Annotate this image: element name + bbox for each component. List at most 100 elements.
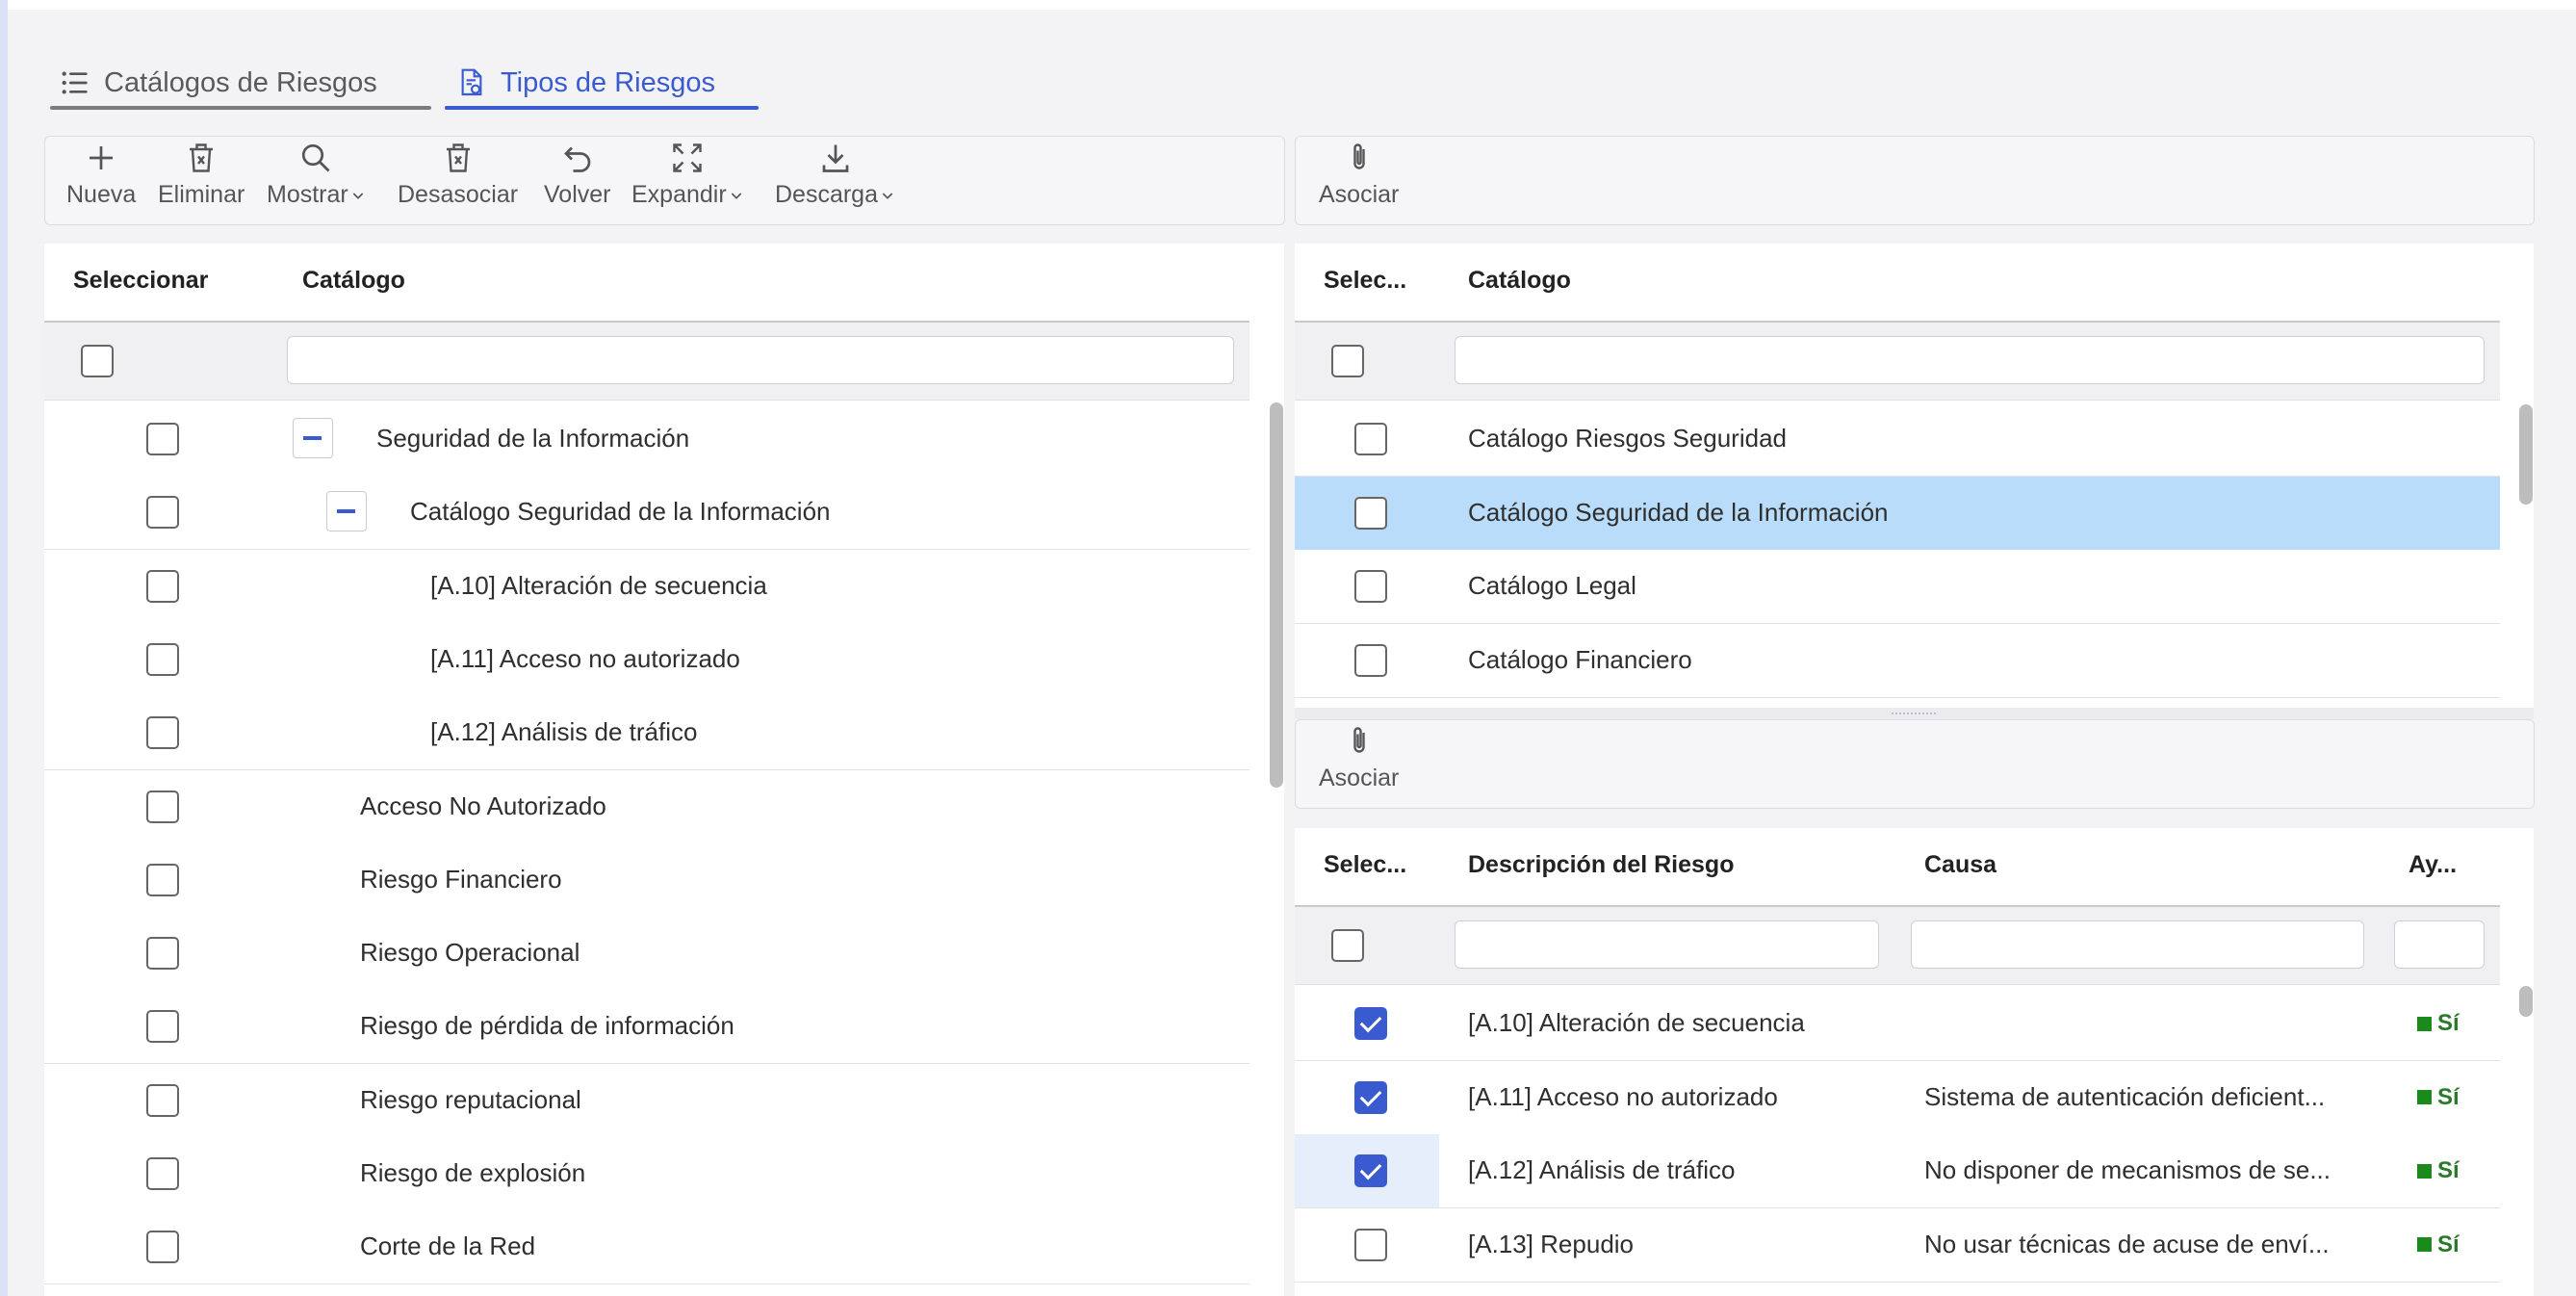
row-checkbox[interactable] — [146, 790, 179, 823]
row-checkbox[interactable] — [146, 1157, 179, 1190]
ayuda-badge: Sí — [2417, 1231, 2460, 1258]
row-checkbox[interactable] — [1354, 1154, 1387, 1187]
row-checkbox[interactable] — [1354, 1080, 1387, 1114]
asociar-button[interactable]: Asociar — [1319, 724, 1399, 792]
tree-row[interactable]: Riesgo de pérdida de información — [44, 990, 1249, 1065]
risk-description: [A.10] Alteración de secuencia — [1468, 1008, 1805, 1037]
left-edge-bar — [0, 0, 8, 1296]
risk-cause: No usar técnicas de acuse de enví... — [1924, 1229, 2330, 1258]
scrollbar[interactable] — [2519, 404, 2533, 505]
risk-grid-header: Selec... Descripción del Riesgo Causa Ay… — [1295, 828, 2500, 907]
mostrar-label: Mostrar — [267, 181, 348, 208]
ayuda-value: Sí — [2437, 1010, 2460, 1036]
row-checkbox[interactable] — [1354, 570, 1387, 603]
desasociar-button[interactable]: Desasociar — [398, 141, 518, 209]
row-checkbox[interactable] — [146, 937, 179, 971]
tree-row[interactable]: Riesgo Financiero — [44, 842, 1249, 918]
catalog-row[interactable]: Catálogo Legal — [1295, 550, 2500, 624]
tree-row[interactable]: [A.11] Acceso no autorizado — [44, 622, 1249, 697]
eliminar-button[interactable]: Eliminar — [158, 141, 245, 209]
document-settings-icon — [461, 68, 482, 96]
mostrar-button[interactable]: Mostrar — [267, 141, 366, 209]
tree-row[interactable]: [A.12] Análisis de tráfico — [44, 696, 1249, 771]
tree-row-label: Riesgo de pérdida de información — [360, 1011, 734, 1041]
tab-label: Catálogos de Riesgos — [104, 66, 377, 98]
catalog-row-label: Catálogo Seguridad de la Información — [1468, 497, 1889, 527]
select-all-checkbox[interactable] — [1331, 345, 1364, 377]
tree-row[interactable]: Catálogo Seguridad de la Información — [44, 476, 1249, 551]
collapse-toggle[interactable] — [326, 491, 367, 532]
catalogo-filter-input[interactable] — [1455, 336, 2485, 384]
ayuda-badge: Sí — [2417, 1010, 2460, 1037]
asociar-button[interactable]: Asociar — [1319, 141, 1399, 209]
select-all-checkbox[interactable] — [1331, 929, 1364, 962]
row-checkbox[interactable] — [1354, 1007, 1387, 1040]
tree-row[interactable]: Riesgo reputacional — [44, 1063, 1249, 1138]
download-icon — [822, 144, 848, 172]
row-checkbox[interactable] — [1354, 423, 1387, 455]
tab-tipos-de-riesgos[interactable]: Tipos de Riesgos — [445, 56, 759, 110]
ayuda-badge: Sí — [2417, 1157, 2460, 1184]
undo-icon — [563, 146, 591, 172]
left-tree-grid: Seleccionar Catálogo Seguridad de la Inf… — [44, 244, 1284, 1296]
ayuda-value: Sí — [2437, 1231, 2460, 1257]
volver-button[interactable]: Volver — [544, 141, 610, 209]
catalogo-filter-input[interactable] — [287, 336, 1234, 384]
row-checkbox[interactable] — [1354, 496, 1387, 530]
collapse-toggle[interactable] — [293, 418, 333, 458]
catalog-row[interactable]: Catálogo Financiero — [1295, 623, 2500, 698]
row-checkbox[interactable] — [146, 1231, 179, 1264]
tree-row[interactable]: Riesgo de explosión — [44, 1137, 1249, 1211]
chevron-down-icon — [882, 192, 893, 199]
catalog-row-label: Catálogo Legal — [1468, 571, 1636, 600]
tree-row-label: Riesgo de explosión — [360, 1158, 586, 1187]
tree-row-label: [A.12] Análisis de tráfico — [430, 717, 698, 747]
tree-row-label: [A.10] Alteración de secuencia — [430, 570, 767, 600]
tab-underline — [50, 106, 431, 110]
column-header-catalogo: Catálogo — [302, 267, 405, 294]
row-checkbox[interactable] — [146, 569, 179, 603]
risk-cause: No disponer de mecanismos de se... — [1924, 1155, 2331, 1184]
tree-row-label: Acceso No Autorizado — [360, 791, 606, 820]
risk-row[interactable]: [A.11] Acceso no autorizado Sistema de au… — [1295, 1060, 2500, 1135]
list-icon — [62, 71, 88, 94]
causa-filter-input[interactable] — [1911, 920, 2364, 969]
risk-row[interactable]: [A.12] Análisis de tráfico No disponer de… — [1295, 1134, 2500, 1208]
row-checkbox[interactable] — [146, 642, 179, 676]
tree-row[interactable]: Acceso No Autorizado — [44, 769, 1249, 844]
descripcion-filter-input[interactable] — [1455, 920, 1879, 969]
ayuda-filter-input[interactable] — [2394, 920, 2485, 969]
column-header-catalogo: Catálogo — [1468, 267, 1571, 294]
tree-row[interactable]: Riesgo Operacional — [44, 917, 1249, 992]
ayuda-badge: Sí — [2417, 1084, 2460, 1111]
row-checkbox[interactable] — [146, 496, 179, 530]
status-square-icon — [2417, 1016, 2432, 1031]
tree-row-label: Riesgo Financiero — [360, 864, 562, 894]
tree-row[interactable]: Corte de la Red — [44, 1210, 1249, 1285]
expandir-button[interactable]: Expandir — [631, 141, 744, 209]
status-square-icon — [2417, 1237, 2432, 1252]
row-checkbox[interactable] — [146, 863, 179, 896]
row-checkbox[interactable] — [1354, 643, 1387, 677]
row-checkbox[interactable] — [146, 1083, 179, 1117]
scrollbar[interactable] — [1270, 402, 1283, 788]
row-checkbox[interactable] — [146, 423, 179, 455]
catalog-row[interactable]: Catálogo Riesgos Seguridad — [1295, 402, 2500, 477]
tab-catalogos-de-riesgos[interactable]: Catálogos de Riesgos — [50, 56, 431, 110]
scrollbar[interactable] — [2519, 986, 2533, 1017]
risk-row[interactable]: [A.13] Repudio No usar técnicas de acuse … — [1295, 1207, 2500, 1283]
pane-splitter[interactable] — [1295, 708, 2534, 719]
risk-row[interactable]: [A.10] Alteración de secuencia Sí — [1295, 987, 2500, 1061]
row-checkbox[interactable] — [146, 716, 179, 750]
tree-row-label: [A.11] Acceso no autorizado — [430, 643, 740, 673]
tree-row-label: Seguridad de la Información — [376, 424, 690, 453]
descarga-button[interactable]: Descarga — [775, 141, 895, 209]
row-checkbox[interactable] — [146, 1010, 179, 1044]
row-checkbox[interactable] — [1354, 1228, 1387, 1261]
catalog-row-label: Catálogo Riesgos Seguridad — [1468, 424, 1787, 453]
tree-row[interactable]: Seguridad de la Información — [44, 402, 1249, 477]
select-all-checkbox[interactable] — [81, 345, 114, 377]
tree-row[interactable]: [A.10] Alteración de secuencia — [44, 549, 1249, 624]
nueva-button[interactable]: Nueva — [66, 141, 136, 209]
catalog-row[interactable]: Catálogo Seguridad de la Información — [1295, 476, 2500, 551]
